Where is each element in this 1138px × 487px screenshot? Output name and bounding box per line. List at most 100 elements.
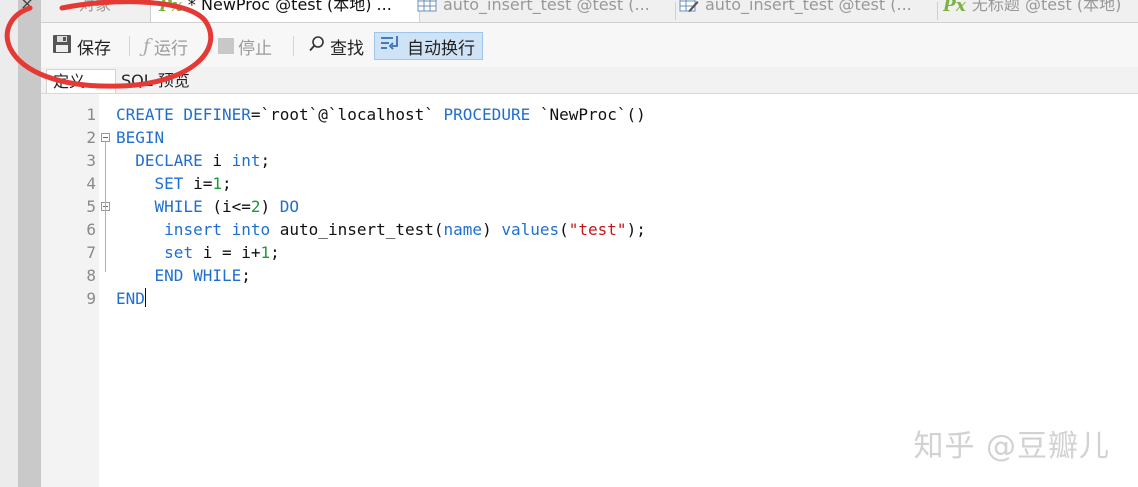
word-wrap-icon: [379, 34, 403, 59]
stop-icon: [218, 38, 234, 54]
toolbar: 保存 ƒ 运行 停止 查找 自动换行: [41, 23, 1138, 67]
code-token: auto_insert_test(: [270, 220, 444, 239]
tab-newproc[interactable]: Px * NewProc @test (本地) ...: [150, 0, 420, 22]
code-token: int: [231, 151, 261, 170]
tab-untitled[interactable]: Px 无标题 @test (本地): [943, 0, 1138, 21]
procedure-px-icon: Px: [159, 0, 182, 16]
code-token: "test": [568, 220, 627, 239]
search-icon: [308, 35, 326, 58]
definition-subtabs: 定义 SQL 预览: [41, 67, 1138, 94]
stop-label: 停止: [238, 38, 272, 59]
code-token: values: [501, 220, 560, 239]
line-number-gutter: 1 2 3 4 5 6 7 8 9: [41, 94, 99, 487]
code-token: (i<=: [202, 197, 251, 216]
function-icon: ƒ: [143, 35, 151, 57]
code-token: ): [260, 197, 280, 216]
close-icon[interactable]: ×: [20, 0, 34, 14]
stop-button[interactable]: 停止: [218, 32, 272, 60]
watermark: 知乎 @豆瓣儿: [913, 429, 1110, 464]
line-number: 6: [86, 220, 96, 239]
line-number: 4: [86, 174, 96, 193]
line-number: 3: [86, 151, 96, 170]
line-number: 9: [86, 289, 96, 308]
code-token: ): [482, 220, 502, 239]
code-token: END: [116, 289, 145, 308]
code-line: DECLARE i int;: [116, 149, 270, 172]
code-token: i = i+: [193, 243, 261, 262]
code-token: BEGIN: [116, 128, 165, 147]
find-label: 查找: [330, 38, 364, 59]
code-token: CREATE DEFINER: [116, 105, 251, 124]
code-token: ;: [260, 151, 271, 170]
tab-label: 无标题 @test (本地): [971, 0, 1122, 14]
code-token: `NewProc`(): [530, 105, 646, 124]
code-token: ;: [241, 266, 251, 285]
code-token: i: [202, 151, 232, 170]
code-line: SET i=1;: [116, 172, 232, 195]
code-line: END: [116, 287, 146, 310]
code-token: insert into: [164, 220, 271, 239]
code-token: =`root`@`localhost`: [250, 105, 444, 124]
code-token: 1: [212, 174, 222, 193]
save-icon: [51, 33, 73, 60]
code-line: insert into auto_insert_test(name) value…: [116, 218, 646, 241]
code-token: 2: [250, 197, 261, 216]
left-margin: [0, 0, 18, 487]
line-number: 2: [86, 128, 96, 147]
subtab-definition[interactable]: 定义: [46, 69, 116, 93]
table-grid-icon: [417, 0, 437, 15]
code-token: SET: [154, 174, 184, 193]
code-token: name: [443, 220, 483, 239]
tab-divider: [937, 2, 938, 20]
word-wrap-button[interactable]: 自动换行: [374, 32, 483, 60]
tab-objects[interactable]: 对象: [61, 0, 161, 21]
procedure-px-icon: Px: [943, 0, 966, 16]
run-button[interactable]: ƒ 运行: [143, 32, 188, 60]
code-token: ;: [270, 243, 280, 262]
tab-auto-insert-test-table[interactable]: auto_insert_test @test (...: [417, 0, 672, 21]
code-token: set: [164, 243, 194, 262]
code-token: WHILE: [154, 197, 203, 216]
code-token: i=: [183, 174, 213, 193]
code-token: (: [559, 220, 569, 239]
line-number: 8: [86, 266, 96, 285]
fold-toggle-icon[interactable]: [101, 133, 110, 142]
code-token: END WHILE: [154, 266, 242, 285]
code-line: WHILE (i<=2) DO: [116, 195, 300, 218]
table-edit-icon: [679, 0, 699, 15]
save-button[interactable]: 保存: [51, 32, 111, 60]
run-label: 运行: [154, 38, 189, 59]
line-number: 5: [86, 197, 96, 216]
fold-guide: [105, 142, 106, 272]
tab-label: auto_insert_test @test (...: [705, 0, 912, 14]
editor-tab-bar: 对象 Px * NewProc @test (本地) ... auto_inse…: [41, 0, 1138, 23]
line-number: 1: [86, 105, 96, 124]
text-cursor: [144, 288, 146, 307]
code-line: BEGIN: [116, 126, 164, 149]
code-token: );: [626, 220, 646, 239]
code-line: set i = i+1;: [116, 241, 280, 264]
tab-divider: [675, 2, 676, 20]
code-token: ;: [221, 174, 232, 193]
code-line: CREATE DEFINER=`root`@`localhost` PROCED…: [116, 103, 646, 126]
toolbar-divider: [293, 36, 294, 56]
word-wrap-label: 自动换行: [407, 38, 475, 59]
save-label: 保存: [77, 38, 111, 59]
line-number: 7: [86, 243, 96, 262]
left-panel-strip: [18, 0, 41, 487]
tab-label: * NewProc @test (本地) ...: [187, 0, 392, 14]
toolbar-divider: [129, 36, 130, 56]
code-token: 1: [260, 243, 271, 262]
tab-auto-insert-test-design[interactable]: auto_insert_test @test (...: [679, 0, 934, 21]
subtab-sql-preview[interactable]: SQL 预览: [115, 69, 196, 93]
code-line: END WHILE;: [116, 264, 251, 287]
code-token: DO: [279, 197, 300, 216]
code-token: PROCEDURE: [443, 105, 531, 124]
find-button[interactable]: 查找: [308, 32, 364, 60]
